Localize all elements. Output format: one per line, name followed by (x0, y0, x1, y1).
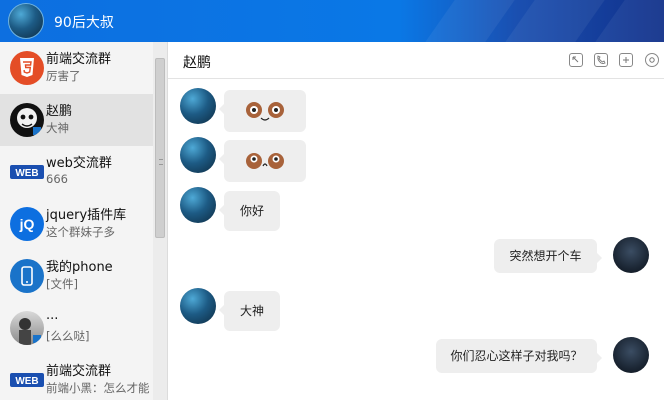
chat-header: 赵鹏 (168, 42, 664, 79)
phone-device-avatar (10, 259, 44, 293)
message-bubble-own: 你们忍心这样子对我吗？ (436, 339, 602, 373)
add-icon[interactable] (619, 53, 633, 67)
user-name: 90后大叔 (54, 15, 114, 31)
message-bubble-sticker (219, 90, 306, 132)
conversation-name: 我的phone (46, 260, 113, 275)
conversation-name: 赵鹏 (46, 104, 73, 119)
svg-text:jQ: jQ (19, 216, 35, 232)
contact-avatar[interactable] (180, 137, 216, 173)
sticker-face-icon (246, 102, 284, 121)
expand-icon[interactable] (569, 53, 583, 67)
message-bubble-own: 突然想开个车 (494, 239, 602, 273)
jquery-group-avatar: jQ (10, 207, 44, 241)
conversation-preview: 大神 (46, 121, 69, 135)
message-bubble: 你好 (219, 191, 280, 231)
conversation-preview: [文件] (46, 277, 78, 291)
web-group-avatar: WEB (10, 155, 44, 189)
own-avatar[interactable] (613, 337, 649, 373)
conversation-preview: 666 (46, 172, 68, 186)
chat-contact-name: 赵鹏 (183, 55, 211, 71)
contact-avatar[interactable] (180, 187, 216, 223)
conversation-name: jquery插件库 (46, 208, 127, 223)
contact-avatar[interactable] (180, 288, 216, 324)
sticker-face-icon (246, 153, 284, 169)
contact-avatar (10, 103, 44, 137)
conversation-item[interactable]: ... [么么哒] (0, 302, 153, 354)
own-avatar[interactable] (613, 237, 649, 273)
conversation-name: 前端交流群 (46, 52, 112, 67)
web-group-avatar: WEB (10, 363, 44, 397)
scrollbar-thumb[interactable] (155, 58, 165, 238)
app-titlebar: 90后大叔 (0, 0, 664, 42)
conversation-item-active[interactable]: 赵鹏 大神 (0, 94, 153, 146)
contact-photo-avatar (10, 311, 44, 345)
user-avatar[interactable] (8, 3, 44, 39)
message-bubble-sticker (219, 140, 306, 182)
conversation-item[interactable]: jQ jquery插件库 这个群妹子多 (0, 198, 153, 250)
conversation-list: 前端交流群 厉害了 赵鹏 大神 WEB web交流群 666 jQ jquery… (0, 42, 168, 400)
message-bubble: 大神 (219, 291, 280, 331)
conversation-item[interactable]: 前端交流群 厉害了 (0, 42, 153, 94)
conversation-preview: 前端小黑：怎么才能 (46, 381, 150, 395)
conversation-name: 前端交流群 (46, 364, 112, 379)
html5-group-avatar (10, 51, 44, 85)
conversation-preview: [么么哒] (46, 329, 90, 343)
sidebar-scrollbar[interactable] (153, 42, 167, 400)
contact-avatar[interactable] (180, 88, 216, 124)
conversation-item[interactable]: WEB 前端交流群 前端小黑：怎么才能 (0, 354, 153, 400)
conversation-item[interactable]: WEB web交流群 666 (0, 146, 153, 198)
conversation-preview: 厉害了 (46, 69, 81, 83)
phone-icon[interactable] (594, 53, 608, 67)
conversation-item[interactable]: 我的phone [文件] (0, 250, 153, 302)
conversation-preview: 这个群妹子多 (46, 225, 115, 239)
conversation-name: ... (46, 308, 59, 323)
svg-text:WEB: WEB (15, 168, 38, 179)
message-list: 你好 突然想开个车 大神 你们忍心这样子对我吗？ (168, 80, 664, 400)
conversation-name: web交流群 (46, 156, 112, 171)
settings-icon[interactable] (645, 53, 659, 67)
svg-text:WEB: WEB (15, 376, 38, 387)
